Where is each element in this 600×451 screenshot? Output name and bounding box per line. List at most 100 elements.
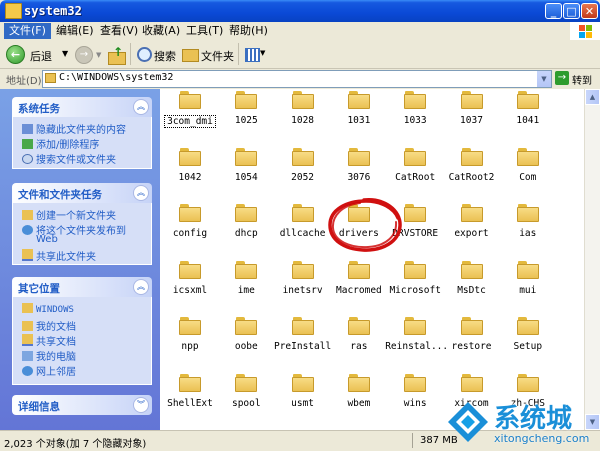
address-dropdown-button[interactable]: ▼ [537, 71, 551, 87]
folder-item[interactable]: MsDtc [442, 260, 502, 296]
place-my-documents[interactable]: 我的文档 [22, 318, 76, 333]
chevron-up-icon[interactable]: ︽ [133, 279, 149, 295]
folder-item[interactable]: export [442, 204, 502, 239]
folder-icon [516, 147, 539, 167]
folder-label: CatRoot2 [448, 171, 495, 183]
chevron-up-icon[interactable]: ︽ [133, 99, 149, 115]
folder-item[interactable]: wbem [329, 373, 389, 409]
folder-item[interactable]: ShellExt [160, 373, 220, 409]
folder-icon [291, 204, 314, 223]
folder-icon [179, 317, 201, 336]
other-places-title: 其它位置 [18, 283, 60, 295]
folder-item[interactable]: Setup [498, 317, 558, 352]
folder-item[interactable]: CatRoot2 [442, 147, 502, 183]
place-windows[interactable]: WINDOWS [22, 303, 74, 315]
task-add-remove-programs[interactable]: 添加/删除程序 [22, 136, 99, 151]
folder-item[interactable]: dhcp [216, 204, 276, 239]
folder-item[interactable]: 2052 [273, 147, 333, 183]
folders-button[interactable]: 文件夹 [180, 44, 234, 65]
folder-item[interactable]: usmt [273, 373, 333, 409]
folder-item[interactable]: icsxml [160, 260, 220, 296]
chevron-up-icon[interactable]: ︽ [133, 185, 149, 201]
folder-item[interactable]: ias [498, 204, 558, 239]
menu-file[interactable]: 文件(F) [4, 23, 51, 39]
back-button[interactable]: ← 后退 ▼ [4, 44, 72, 65]
system-tasks-header[interactable]: 系统任务 ︽ [12, 97, 152, 117]
folder-item[interactable]: Reinstal... [385, 317, 449, 352]
menu-view[interactable]: 查看(V) [95, 23, 143, 39]
folder-item[interactable]: drivers [329, 204, 389, 239]
folder-item[interactable]: oobe [216, 317, 276, 352]
close-button[interactable]: ✕ [581, 3, 598, 19]
maximize-button[interactable]: □ [563, 3, 580, 19]
folder-item[interactable]: 3076 [329, 147, 389, 183]
folder-item[interactable]: Microsoft [385, 260, 445, 296]
folder-label: Microsoft [389, 284, 441, 296]
menu-edit[interactable]: 编辑(E) [51, 23, 99, 39]
details-header[interactable]: 详细信息 ︾ [12, 395, 152, 415]
go-button[interactable]: → 转到 [554, 70, 596, 87]
file-tasks-header[interactable]: 文件和文件夹任务 ︽ [12, 183, 152, 203]
menu-help[interactable]: 帮助(H) [224, 23, 273, 39]
folder-item[interactable]: config [160, 204, 220, 239]
folder-item[interactable]: 1033 [385, 91, 445, 126]
task-pane: 系统任务 ︽ 隐藏此文件夹的内容 添加/删除程序 搜索文件或文件夹 文件和文件夹… [0, 89, 160, 430]
task-share-folder[interactable]: 共享此文件夹 [22, 248, 96, 263]
views-button[interactable]: ▼ [243, 44, 267, 65]
folder-icon [516, 373, 539, 393]
folder-icon [404, 260, 427, 280]
place-my-computer[interactable]: 我的电脑 [22, 348, 76, 363]
folder-item[interactable]: dllcache [273, 204, 333, 239]
folder-label: Setup [513, 341, 543, 352]
chevron-down-icon[interactable]: ︾ [133, 397, 149, 413]
task-search-files[interactable]: 搜索文件或文件夹 [22, 151, 116, 166]
address-label: 地址(D) [6, 76, 42, 87]
forward-button[interactable]: → [75, 46, 93, 64]
scroll-down-button[interactable]: ▼ [585, 414, 600, 430]
folder-item[interactable]: ime [216, 260, 276, 296]
folder-item[interactable]: wins [385, 373, 445, 409]
folder-item[interactable]: DRVSTORE [385, 204, 445, 239]
folder-item[interactable]: zh-CHS [498, 373, 558, 409]
up-folder-button[interactable]: ↑ [107, 45, 126, 65]
status-bar: 2,023 个对象(加 7 个隐藏对象) 387 MB [0, 430, 600, 451]
folder-item[interactable]: 1037 [442, 91, 502, 126]
folder-item[interactable]: mui [498, 260, 558, 296]
address-input[interactable]: C:\WINDOWS\system32 ▼ [42, 70, 552, 88]
scroll-up-button[interactable]: ▲ [585, 89, 600, 105]
menu-favorites[interactable]: 收藏(A) [137, 23, 185, 39]
folder-item[interactable]: spool [216, 373, 276, 409]
other-places-header[interactable]: 其它位置 ︽ [12, 277, 152, 297]
folder-item[interactable]: 1041 [498, 91, 558, 126]
folder-item[interactable]: xircom [442, 373, 502, 409]
place-network[interactable]: 网上邻居 [22, 363, 76, 378]
folder-label: 1041 [516, 115, 540, 126]
folder-item[interactable]: ras [329, 317, 389, 352]
task-new-folder[interactable]: 创建一个新文件夹 [22, 207, 116, 222]
folder-item[interactable]: 1042 [160, 147, 220, 183]
menu-tools[interactable]: 工具(T) [181, 23, 228, 39]
folder-item[interactable]: PreInstall [273, 317, 333, 352]
folder-label: Reinstal... [385, 341, 449, 352]
minimize-button[interactable]: _ [545, 3, 562, 19]
folder-item[interactable]: restore [442, 317, 502, 352]
vertical-scrollbar[interactable]: ▲ ▼ [584, 89, 600, 430]
search-button[interactable]: 搜索 [135, 44, 177, 65]
task-hide-contents[interactable]: 隐藏此文件夹的内容 [22, 121, 126, 136]
folder-icon [404, 373, 427, 393]
folder-item[interactable]: 1028 [273, 91, 333, 126]
folder-item[interactable]: 1031 [329, 91, 389, 126]
folder-item[interactable]: npp [160, 317, 220, 352]
folder-item[interactable]: 1054 [216, 147, 276, 183]
place-shared-documents[interactable]: 共享文档 [22, 333, 76, 348]
folder-item[interactable]: 1025 [216, 91, 276, 126]
task-publish-web-continued[interactable]: Web [36, 234, 58, 245]
folder-item[interactable]: Macromed [329, 260, 389, 296]
folder-item[interactable]: CatRoot [385, 147, 445, 183]
folder-label: spool [231, 397, 261, 409]
folder-item[interactable]: Com [498, 147, 558, 183]
folder-label: restore [451, 341, 492, 352]
folder-icon [460, 91, 483, 110]
folder-item[interactable]: 3com_dmi [160, 91, 220, 128]
folder-item[interactable]: inetsrv [273, 260, 333, 296]
